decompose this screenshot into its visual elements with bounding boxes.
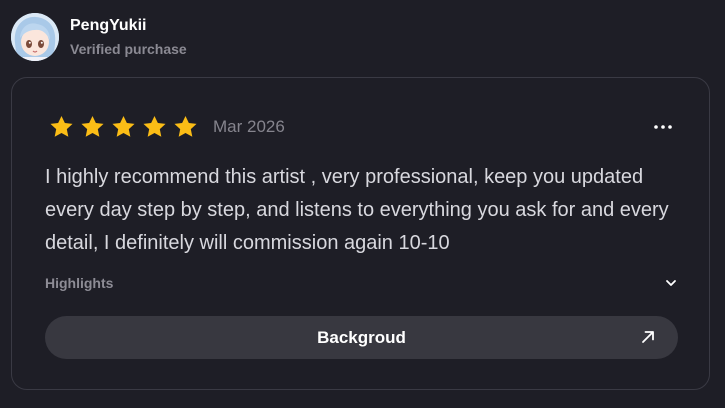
highlights-header: Highlights xyxy=(45,271,678,295)
more-options-button[interactable] xyxy=(653,118,673,136)
reviewer-header: PengYukii Verified purchase xyxy=(11,11,187,63)
review-text: I highly recommend this artist , very pr… xyxy=(45,166,669,254)
avatar[interactable] xyxy=(11,13,59,61)
review-card: Mar 2026 I highly recommend this artist … xyxy=(11,77,710,390)
highlight-chip-label: Backgroud xyxy=(317,327,406,347)
review-page: PengYukii Verified purchase Mar 2026 I h… xyxy=(0,0,725,408)
highlight-chip-backgroud[interactable]: Backgroud xyxy=(45,316,678,359)
rating-row: Mar 2026 xyxy=(48,113,285,141)
star-icon xyxy=(79,114,106,140)
review-date: Mar 2026 xyxy=(213,117,285,136)
highlights-label: Highlights xyxy=(45,275,114,291)
star-icon xyxy=(48,114,75,140)
arrow-up-right-icon xyxy=(640,329,656,345)
star-icon xyxy=(141,114,168,140)
verified-purchase-label: Verified purchase xyxy=(70,40,187,57)
highlights-toggle[interactable] xyxy=(664,276,678,290)
anime-girl-avatar-icon xyxy=(11,13,59,61)
chevron-down-icon xyxy=(666,280,676,286)
star-icon xyxy=(172,114,199,140)
star-icon xyxy=(110,114,137,140)
star-rating xyxy=(48,114,203,140)
more-horizontal-icon xyxy=(654,125,672,129)
reviewer-name[interactable]: PengYukii xyxy=(70,16,187,36)
